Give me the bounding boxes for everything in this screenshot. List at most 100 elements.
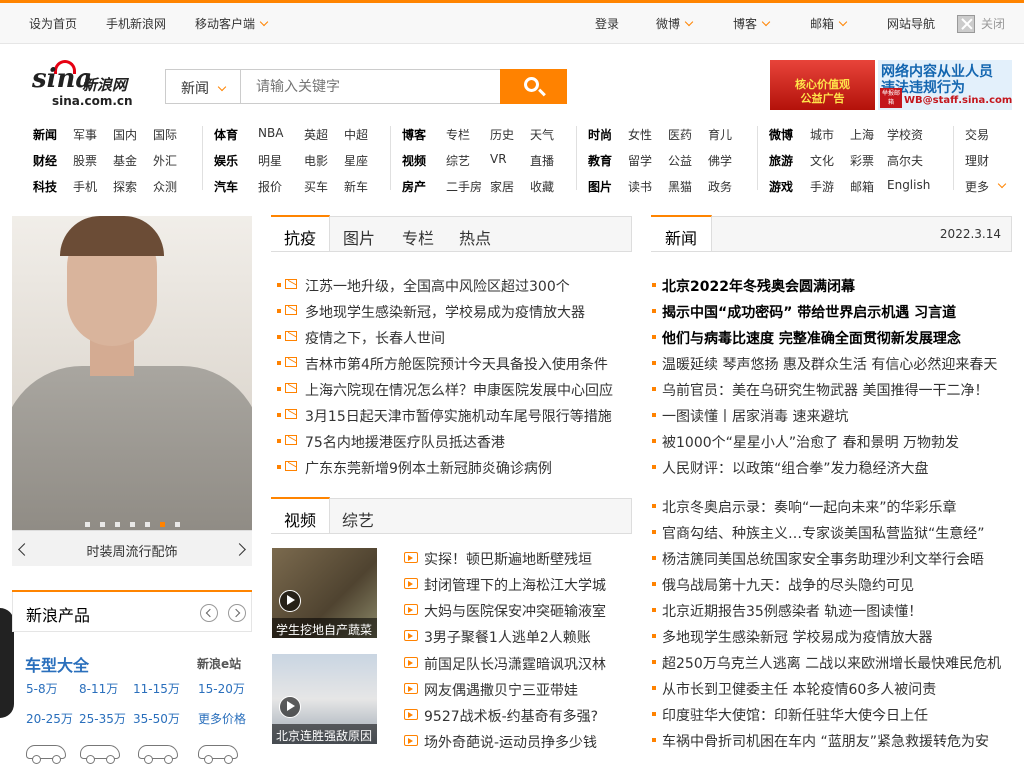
news-link[interactable]: 多地现学生感染新冠 学校易成为疫情放大器 <box>662 627 932 647</box>
car-icon[interactable] <box>80 745 120 764</box>
nav-link[interactable]: 军事 <box>73 126 97 143</box>
tab-kangyi[interactable]: 抗疫 <box>271 215 331 251</box>
news-link[interactable]: 超250万乌克兰人逃离 二战以来欧洲增长最快难民危机 <box>662 653 1001 673</box>
nav-link[interactable]: 交易 <box>965 126 989 143</box>
news-item[interactable]: 江苏一地升级，全国高中风险区超过300个 <box>277 276 570 296</box>
set-homepage-link[interactable]: 设为首页 <box>29 15 77 32</box>
price-link[interactable]: 25-35万 <box>79 710 126 727</box>
news-item[interactable]: 广东东莞新增9例本土新冠肺炎确诊病例 <box>277 458 552 478</box>
nav-link[interactable]: English <box>887 178 930 192</box>
hero-photo[interactable] <box>12 216 252 536</box>
ad-banner[interactable]: 核心价值观 公益广告 网络内容从业人员 违法违规行为 举报邮箱 WB@staff… <box>770 60 1012 110</box>
news-link[interactable]: 广东东莞新增9例本土新冠肺炎确诊病例 <box>305 458 552 478</box>
news-link[interactable]: 3月15日起天津市暂停实施机动车尾号限行等措施 <box>305 406 612 426</box>
news-item[interactable]: 杨洁篪同美国总统国家安全事务助理沙利文举行会晤 <box>652 549 984 569</box>
video-news-link[interactable]: 大妈与医院保安冲突砸输液室 <box>424 601 606 621</box>
video-news-item[interactable]: 大妈与医院保安冲突砸输液室 <box>404 601 606 621</box>
nav-link[interactable]: 英超 <box>304 126 328 143</box>
news-link[interactable]: 被1000个“星星小人”治愈了 春和景明 万物勃发 <box>662 432 959 452</box>
play-icon[interactable] <box>279 696 301 718</box>
tab-columns[interactable]: 专栏 <box>402 225 434 249</box>
tab-news[interactable]: 新闻 <box>651 215 713 251</box>
car-icon[interactable] <box>198 745 238 764</box>
news-item[interactable]: 疫情之下，长春人世间 <box>277 328 445 348</box>
nav-link[interactable]: 上海 <box>850 126 874 143</box>
tab-hot[interactable]: 热点 <box>459 225 491 249</box>
nav-link[interactable]: 育儿 <box>708 126 732 143</box>
search-button[interactable] <box>500 69 567 104</box>
nav-link[interactable]: 高尔夫 <box>887 152 923 169</box>
nav-link[interactable]: 文化 <box>810 152 834 169</box>
news-item[interactable]: 北京近期报告35例感染者 轨迹一图读懂！ <box>652 601 922 621</box>
nav-link[interactable]: 娱乐 <box>214 152 238 169</box>
price-link[interactable]: 35-50万 <box>133 710 180 727</box>
hero-caption[interactable]: 时装周流行配饰 <box>86 541 177 560</box>
nav-link[interactable]: 彩票 <box>850 152 874 169</box>
news-item[interactable]: 从市长到卫健委主任 本轮疫情60多人被问责 <box>652 679 936 699</box>
nav-link[interactable]: 佛学 <box>708 152 732 169</box>
news-link[interactable]: 温暖延续 琴声悠扬 惠及群众生活 有信心必然迎来春天 <box>662 354 997 374</box>
nav-link[interactable]: 电影 <box>304 152 328 169</box>
nav-link[interactable]: 游戏 <box>769 178 793 195</box>
search-category-select[interactable]: 新闻 <box>166 70 241 103</box>
nav-link[interactable]: 天气 <box>530 126 554 143</box>
news-link[interactable]: 北京近期报告35例感染者 轨迹一图读懂！ <box>662 601 922 621</box>
close-icon[interactable] <box>957 15 975 33</box>
nav-link[interactable]: 医药 <box>668 126 692 143</box>
news-link[interactable]: 疫情之下，长春人世间 <box>305 328 445 348</box>
news-item[interactable]: 多地现学生感染新冠，学校易成为疫情放大器 <box>277 302 585 322</box>
video-news-item[interactable]: 网友偶遇撒贝宁三亚带娃 <box>404 680 578 700</box>
nav-link[interactable]: 汽车 <box>214 178 238 195</box>
price-link[interactable]: 20-25万 <box>26 710 73 727</box>
slide-dot[interactable] <box>175 522 180 527</box>
news-item[interactable]: 多地现学生感染新冠 学校易成为疫情放大器 <box>652 627 932 647</box>
play-icon[interactable] <box>279 590 301 612</box>
nav-link[interactable]: 报价 <box>258 178 282 195</box>
nav-link[interactable]: 众测 <box>153 178 177 195</box>
nav-link[interactable]: 邮箱 <box>850 178 874 195</box>
video-news-item[interactable]: 3男子聚餐1人逃单2人赖账 <box>404 627 591 647</box>
car-icon[interactable] <box>26 745 66 764</box>
nav-link[interactable]: 国内 <box>113 126 137 143</box>
nav-link[interactable]: 城市 <box>810 126 834 143</box>
news-item[interactable]: 一图读懂丨居家消毒 速来避坑 <box>652 406 848 426</box>
price-link[interactable]: 更多价格 <box>198 710 246 727</box>
site-nav-link[interactable]: 网站导航 <box>887 15 935 32</box>
nav-link[interactable]: 新车 <box>344 178 368 195</box>
headline-item[interactable]: 北京2022年冬残奥会圆满闭幕 <box>652 276 855 296</box>
news-item[interactable]: 吉林市第4所方舱医院预计今天具备投入使用条件 <box>277 354 608 374</box>
nav-link[interactable]: VR <box>490 152 507 166</box>
news-link[interactable]: 75名内地援港医疗队员抵达香港 <box>305 432 505 452</box>
news-item[interactable]: 官商勾结、种族主义…专家谈美国私营监狱“生意经” <box>652 523 985 543</box>
car-models-link[interactable]: 车型大全 <box>25 652 89 676</box>
nav-link[interactable]: 学校资 <box>887 126 923 143</box>
video-news-link[interactable]: 网友偶遇撒贝宁三亚带娃 <box>424 680 578 700</box>
news-link[interactable]: 车祸中骨折司机困在车内 “蓝朋友”紧急救援转危为安 <box>662 731 989 751</box>
nav-link[interactable]: 体育 <box>214 126 238 143</box>
nav-link[interactable]: 新闻 <box>33 126 57 143</box>
news-item[interactable]: 3月15日起天津市暂停实施机动车尾号限行等措施 <box>277 406 612 426</box>
hero-slideshow[interactable]: 时装周流行配饰 <box>12 216 252 566</box>
news-item[interactable]: 车祸中骨折司机困在车内 “蓝朋友”紧急救援转危为安 <box>652 731 989 751</box>
nav-link[interactable]: 历史 <box>490 126 514 143</box>
search-input[interactable] <box>242 70 500 103</box>
slide-dot[interactable] <box>85 522 90 527</box>
news-link[interactable]: 印度驻华大使馆：印新任驻华大使今日上任 <box>662 705 928 725</box>
news-item[interactable]: 乌前官员：美在乌研究生物武器 美国推得一干二净！ <box>652 380 988 400</box>
slide-dot[interactable] <box>100 522 105 527</box>
nav-link[interactable]: 女性 <box>628 126 652 143</box>
news-item[interactable]: 被1000个“星星小人”治愈了 春和景明 万物勃发 <box>652 432 959 452</box>
price-link[interactable]: 11-15万 <box>133 680 180 697</box>
tab-pictures[interactable]: 图片 <box>343 225 375 249</box>
video-thumb[interactable]: 北京连胜强敌原因 <box>272 654 377 744</box>
nav-link[interactable]: 基金 <box>113 152 137 169</box>
slide-dot[interactable] <box>115 522 120 527</box>
nav-link[interactable]: 国际 <box>153 126 177 143</box>
video-news-item[interactable]: 前国足队长冯潇霆暗讽巩汉林 <box>404 654 606 674</box>
nav-link[interactable]: 探索 <box>113 178 137 195</box>
nav-link[interactable]: 时尚 <box>588 126 612 143</box>
nav-link[interactable]: 手游 <box>810 178 834 195</box>
price-link[interactable]: 15-20万 <box>198 680 245 697</box>
mobile-client-menu[interactable]: 移动客户端 <box>195 15 269 32</box>
nav-link[interactable]: 中超 <box>344 126 368 143</box>
